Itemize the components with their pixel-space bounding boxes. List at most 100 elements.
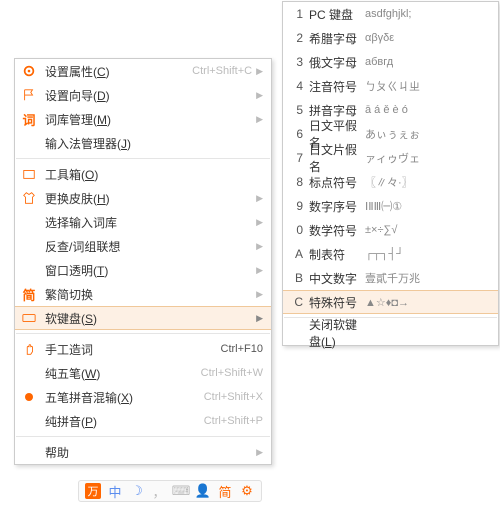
- key-char: 9: [289, 199, 303, 213]
- submenu-arrow-icon: ▶: [256, 313, 263, 324]
- shirt-icon: [21, 190, 37, 206]
- blank-icon: [21, 262, 37, 278]
- submenu-arrow-icon: ▶: [256, 217, 263, 228]
- kbd-item-label: 希腊字母: [309, 30, 365, 47]
- kbd-item-14[interactable]: 关闭软键盘(L): [283, 321, 498, 345]
- taskbar-item-7[interactable]: ⚙: [239, 483, 255, 499]
- menu-item-label: 设置向导(D): [45, 87, 252, 104]
- menu-item-16[interactable]: 纯拼音(P)Ctrl+Shift+P: [15, 409, 271, 433]
- sample-text: 〖∥々·〗: [365, 174, 413, 190]
- menu-item-8[interactable]: 反查/词组联想▶: [15, 234, 271, 258]
- menu-item-label: 软键盘(S): [45, 310, 252, 327]
- menu-item-label: 窗口透明(T): [45, 262, 252, 279]
- taskbar-item-4[interactable]: ⌨: [173, 483, 189, 499]
- menu-item-9[interactable]: 窗口透明(T)▶: [15, 258, 271, 282]
- sample-text: あぃぅぇぉ: [365, 126, 420, 142]
- shortcut-label: Ctrl+Shift+P: [204, 415, 263, 427]
- taskbar-item-1[interactable]: 中: [107, 483, 123, 499]
- sample-text: ┌┬┐┤┘: [365, 248, 404, 260]
- gear-icon: [21, 63, 37, 79]
- kbd-item-label: 关闭软键盘(L): [309, 316, 365, 350]
- menu-item-label: 工具箱(O): [45, 166, 263, 183]
- menu-item-14[interactable]: 纯五笔(W)Ctrl+Shift+W: [15, 361, 271, 385]
- taskbar-item-6[interactable]: 简: [217, 483, 233, 499]
- shortcut-label: Ctrl+F10: [221, 343, 264, 355]
- kbd-icon: [21, 310, 37, 326]
- menu-item-label: 输入法管理器(J): [45, 135, 263, 152]
- taskbar-item-3[interactable]: ，: [151, 483, 167, 499]
- kbd-item-3[interactable]: 3俄文字母абвгд: [283, 50, 498, 74]
- taskbar-item-5[interactable]: 👤: [195, 483, 211, 499]
- menu-item-label: 手工造词: [45, 341, 221, 358]
- kbd-item-C[interactable]: C 特殊符号▲☆♦◘→: [283, 290, 498, 314]
- blank-icon: [21, 444, 37, 460]
- kbd-item-label: 特殊符号: [309, 294, 365, 311]
- hand-icon: [21, 341, 37, 357]
- menu-item-15[interactable]: 五笔拼音混输(X)Ctrl+Shift+X: [15, 385, 271, 409]
- submenu-arrow-icon: ▶: [256, 114, 263, 125]
- kbd-item-4[interactable]: 4 注音符号ㄅㄆㄍㄐㄓ: [283, 74, 498, 98]
- menu-item-label: 纯拼音(P): [45, 413, 204, 430]
- kbd-item-label: 注音符号: [309, 78, 365, 95]
- key-char: 0: [289, 223, 303, 237]
- key-char: 6: [289, 127, 303, 141]
- sample-text: ±×÷∑√: [365, 224, 397, 236]
- dot-icon: [21, 389, 37, 405]
- shortcut-label: Ctrl+Shift+W: [201, 367, 263, 379]
- kbd-item-label: 数学符号: [309, 222, 365, 239]
- menu-item-2[interactable]: 词词库管理(M)▶: [15, 107, 271, 131]
- kbd-item-B[interactable]: B中文数字壹貳千万兆: [283, 266, 498, 290]
- menu-item-1[interactable]: 设置向导(D)▶: [15, 83, 271, 107]
- key-char: 8: [289, 175, 303, 189]
- menu-item-label: 反查/词组联想: [45, 238, 252, 255]
- kbd-item-label: 制表符: [309, 246, 365, 263]
- key-char: 7: [289, 151, 303, 165]
- kbd-item-8[interactable]: 8标点符号〖∥々·〗: [283, 170, 498, 194]
- sample-text: ㄅㄆㄍㄐㄓ: [365, 78, 420, 94]
- menu-item-18[interactable]: 帮助▶: [15, 440, 271, 464]
- separator: [16, 436, 270, 437]
- kbd-item-A[interactable]: A制表符┌┬┐┤┘: [283, 242, 498, 266]
- kbd-item-label: PC 键盘: [309, 6, 365, 23]
- shortcut-label: Ctrl+Shift+C: [192, 65, 252, 77]
- taskbar-item-0[interactable]: 万: [85, 483, 101, 499]
- blank-icon: [21, 214, 37, 230]
- blank-icon: [21, 238, 37, 254]
- kbd-item-9[interactable]: 9数字序号ⅠⅡⅢ㈠①: [283, 194, 498, 218]
- kbd-item-label: 中文数字: [309, 270, 365, 287]
- menu-item-3[interactable]: 输入法管理器(J): [15, 131, 271, 155]
- menu-item-label: 繁简切换: [45, 286, 252, 303]
- kbd-item-0[interactable]: 0 数学符号±×÷∑√: [283, 218, 498, 242]
- menu-item-5[interactable]: 工具箱(O): [15, 162, 271, 186]
- menu-item-6[interactable]: 更换皮肤(H)▶: [15, 186, 271, 210]
- sample-text: ▲☆♦◘→: [365, 296, 409, 309]
- kbd-item-label: 拼音字母: [309, 102, 365, 119]
- taskbar-item-2[interactable]: ☽: [129, 483, 145, 499]
- key-char: 1: [289, 7, 303, 21]
- key-char: 2: [289, 31, 303, 45]
- 词-icon: 词: [21, 111, 37, 127]
- menu-item-0[interactable]: 设置属性(C)Ctrl+Shift+C▶: [15, 59, 271, 83]
- main-context-menu: 设置属性(C)Ctrl+Shift+C▶设置向导(D)▶词词库管理(M)▶输入法…: [14, 58, 272, 465]
- key-char: C: [289, 295, 303, 309]
- menu-item-label: 纯五笔(W): [45, 365, 201, 382]
- submenu-arrow-icon: ▶: [256, 193, 263, 204]
- submenu-arrow-icon: ▶: [256, 66, 263, 77]
- menu-item-label: 选择输入词库: [45, 214, 252, 231]
- menu-item-label: 帮助: [45, 444, 252, 461]
- key-char: B: [289, 271, 303, 285]
- submenu-arrow-icon: ▶: [256, 289, 263, 300]
- key-char: 5: [289, 103, 303, 117]
- menu-item-7[interactable]: 选择输入词库 ▶: [15, 210, 271, 234]
- menu-item-10[interactable]: 简繁简切换▶: [15, 282, 271, 306]
- kbd-item-1[interactable]: 1PC 键盘asdfghjkl;: [283, 2, 498, 26]
- kbd-item-7[interactable]: 7日文片假名ァィゥヴェ: [283, 146, 498, 170]
- kbd-item-2[interactable]: 2希腊字母αβγδε: [283, 26, 498, 50]
- menu-item-13[interactable]: 手工造词Ctrl+F10: [15, 337, 271, 361]
- menu-item-11[interactable]: 软键盘(S) ▶: [15, 306, 271, 330]
- blank-icon: [21, 413, 37, 429]
- flag-icon: [21, 87, 37, 103]
- key-char: 4: [289, 79, 303, 93]
- separator: [16, 333, 270, 334]
- separator: [16, 158, 270, 159]
